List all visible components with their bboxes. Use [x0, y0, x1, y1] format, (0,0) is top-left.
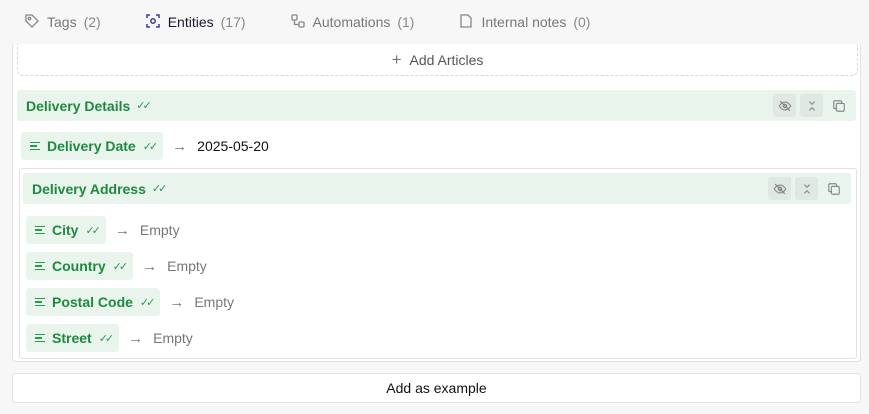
note-icon [458, 13, 474, 32]
tab-tags[interactable]: Tags (2) [24, 13, 101, 32]
tab-internal-notes[interactable]: Internal notes (0) [458, 13, 590, 32]
field-label: City [52, 222, 79, 238]
field-chip-country[interactable]: Country ✓✓ [26, 252, 134, 280]
field-chip-street[interactable]: Street ✓✓ [26, 324, 120, 352]
double-check-icon: ✓✓ [85, 224, 101, 237]
tab-label: Internal notes [481, 14, 567, 30]
arrow-right-icon: → [128, 329, 144, 347]
hide-icon[interactable] [768, 177, 791, 200]
double-check-icon: ✓✓ [98, 332, 115, 345]
field-chip-postal-code[interactable]: Postal Code ✓✓ [26, 288, 161, 316]
arrow-right-icon: → [114, 221, 130, 239]
tab-count: (2) [83, 14, 101, 30]
field-value[interactable]: Empty [167, 258, 207, 274]
field-value[interactable]: Empty [153, 330, 193, 346]
copy-icon[interactable] [827, 94, 850, 117]
arrow-right-icon: → [169, 293, 185, 311]
field-row-street: Street ✓✓ → Empty [26, 324, 193, 352]
field-label: Delivery Date [47, 138, 136, 154]
field-row-country: Country ✓✓ → Empty [26, 252, 207, 280]
field-row-city: City ✓✓ → Empty [26, 216, 180, 244]
entity-scan-icon [145, 13, 161, 32]
group-title: Delivery Address [32, 180, 146, 197]
text-lines-icon [35, 261, 45, 271]
automation-icon [290, 13, 306, 32]
tab-count: (17) [220, 14, 246, 30]
arrow-right-icon: → [172, 137, 188, 155]
hide-icon[interactable] [773, 94, 796, 117]
field-value[interactable]: 2025-05-20 [197, 138, 269, 154]
entities-panel: + Add Articles Delivery Details ✓✓ Deliv… [12, 44, 861, 362]
tab-entities[interactable]: Entities (17) [145, 13, 246, 32]
group-title: Delivery Details [26, 97, 131, 114]
field-row-postal-code: Postal Code ✓✓ → Empty [26, 288, 234, 316]
tab-bar: Tags (2) Entities (17) Automations (1) I… [0, 0, 869, 44]
text-lines-icon [35, 225, 45, 235]
text-lines-icon [30, 141, 40, 151]
text-lines-icon [35, 297, 45, 307]
tab-count: (1) [397, 14, 415, 30]
field-chip-delivery-date[interactable]: Delivery Date ✓✓ [21, 132, 164, 160]
tab-label: Tags [47, 14, 77, 30]
add-articles-label: Add Articles [409, 51, 484, 68]
add-as-example-button[interactable]: Add as example [12, 373, 861, 403]
field-chip-city[interactable]: City ✓✓ [26, 216, 106, 244]
field-label: Street [52, 330, 92, 346]
tab-count: (0) [573, 14, 591, 30]
collapse-icon[interactable] [800, 94, 823, 117]
double-check-icon: ✓✓ [139, 296, 156, 309]
plus-icon: + [391, 50, 402, 69]
text-lines-icon [35, 333, 45, 343]
field-label: Country [52, 258, 106, 274]
tab-label: Automations [312, 14, 391, 30]
field-row-delivery-date: Delivery Date ✓✓ → 2025-05-20 [21, 132, 269, 160]
tab-automations[interactable]: Automations (1) [290, 13, 415, 32]
field-label: Postal Code [52, 294, 133, 310]
tab-label: Entities [167, 14, 214, 30]
field-value[interactable]: Empty [140, 222, 180, 238]
add-articles-button[interactable]: + Add Articles [17, 44, 858, 76]
delivery-address-group: Delivery Address ✓✓ City ✓✓ → Empty Coun… [19, 168, 857, 359]
double-check-icon: ✓✓ [151, 183, 168, 195]
delivery-address-header: Delivery Address ✓✓ [23, 173, 851, 204]
tag-icon [24, 13, 40, 32]
add-example-label: Add as example [386, 380, 487, 396]
delivery-details-header: Delivery Details ✓✓ [17, 90, 856, 121]
arrow-right-icon: → [142, 257, 158, 275]
copy-icon[interactable] [822, 177, 845, 200]
double-check-icon: ✓✓ [112, 260, 129, 273]
field-value[interactable]: Empty [194, 294, 234, 310]
double-check-icon: ✓✓ [136, 100, 152, 112]
collapse-icon[interactable] [795, 177, 818, 200]
double-check-icon: ✓✓ [142, 140, 159, 153]
